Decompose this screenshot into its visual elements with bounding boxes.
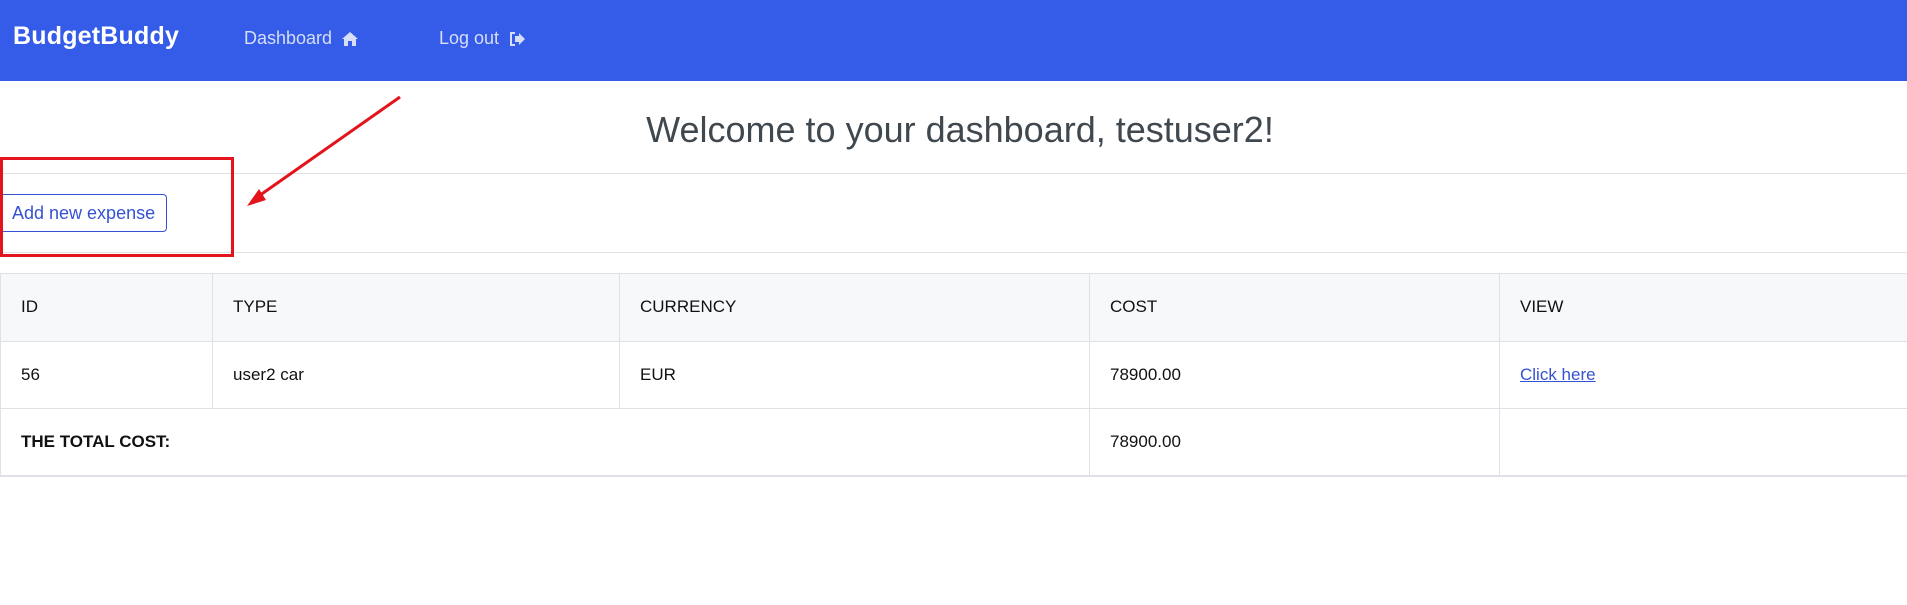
table-row: 56 user2 car EUR 78900.00 Click here xyxy=(0,341,1907,409)
nav-logout-label: Log out xyxy=(439,28,500,48)
nav-logout-link[interactable]: Log out xyxy=(439,28,526,49)
annotation-arrow xyxy=(247,95,401,206)
column-header-cost: COST xyxy=(1089,274,1500,342)
total-cost-label: THE TOTAL COST: xyxy=(0,408,1090,475)
total-row: THE TOTAL COST: 78900.00 xyxy=(0,408,1907,475)
column-header-id: ID xyxy=(0,274,213,342)
column-header-view: VIEW xyxy=(1499,274,1907,342)
cell-type: user2 car xyxy=(212,341,620,409)
expenses-table: ID TYPE CURRENCY COST VIEW 56 user2 car … xyxy=(0,273,1907,477)
column-header-currency: CURRENCY xyxy=(619,274,1090,342)
column-header-type: TYPE xyxy=(212,274,620,342)
cell-cost: 78900.00 xyxy=(1089,341,1500,409)
cell-currency: EUR xyxy=(619,341,1090,409)
table-header-row: ID TYPE CURRENCY COST VIEW xyxy=(0,274,1907,342)
view-expense-link[interactable]: Click here xyxy=(1520,365,1596,384)
cell-id: 56 xyxy=(0,341,213,409)
total-empty-cell xyxy=(1499,408,1907,475)
sign-out-icon xyxy=(509,31,526,46)
total-cost-value: 78900.00 xyxy=(1089,408,1500,475)
cell-view: Click here xyxy=(1499,341,1907,409)
